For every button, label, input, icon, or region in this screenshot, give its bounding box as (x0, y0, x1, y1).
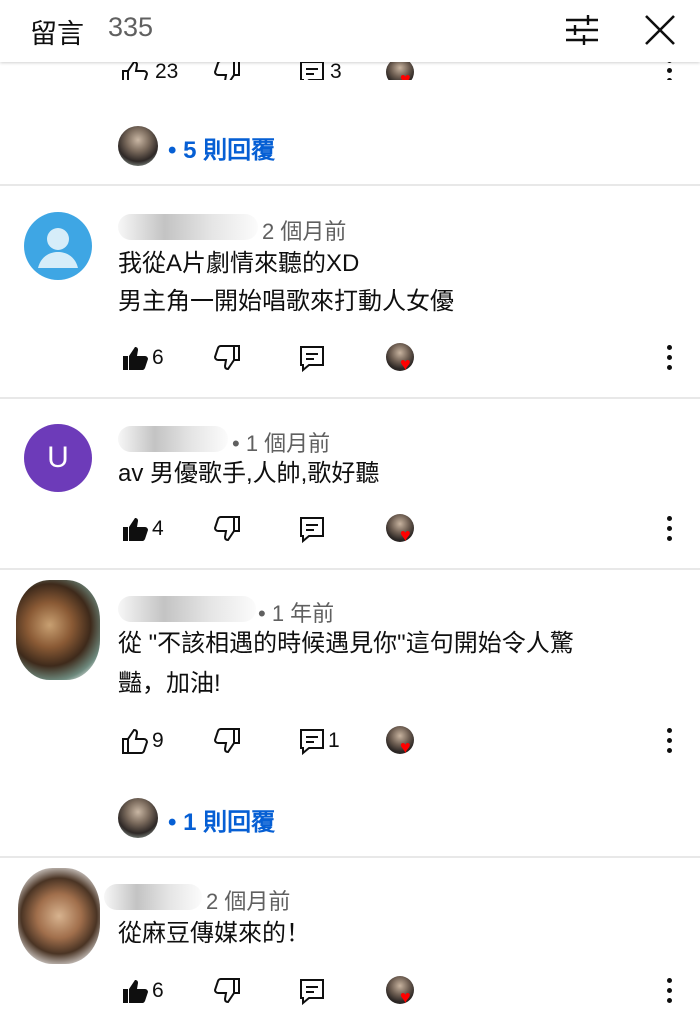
like-count: 6 (152, 346, 164, 369)
divider (0, 397, 700, 399)
divider (0, 568, 700, 570)
comment-text-line: 豔，加油! (118, 670, 221, 697)
comment-time: 2 個月前 (262, 219, 347, 244)
divider (0, 856, 700, 858)
comment-count: 335 (108, 12, 154, 42)
like-count: 6 (152, 979, 164, 1002)
comment-time: 2 個月前 (206, 889, 291, 914)
reply-icon[interactable] (297, 726, 327, 756)
replier-avatar (118, 798, 158, 838)
dislike-icon[interactable] (212, 514, 242, 544)
like-count: 9 (152, 729, 164, 752)
creator-heart-icon: ♥ (386, 514, 420, 548)
reply-count: 1 (328, 729, 340, 752)
more-options-icon[interactable] (664, 728, 674, 754)
creator-heart-icon: ♥ (386, 976, 420, 1010)
blurred-username (118, 596, 256, 622)
more-options-icon[interactable] (664, 978, 674, 1004)
avatar-letter: U (47, 441, 69, 474)
user-avatar[interactable] (18, 868, 100, 964)
comment-text-line: 從麻豆傳媒來的！ (118, 920, 310, 947)
reply-icon[interactable] (297, 514, 327, 544)
comment-text-line: 男主角一開始唱歌來打動人女優 (118, 288, 454, 315)
dislike-icon[interactable] (212, 976, 242, 1006)
blurred-username (118, 214, 258, 240)
comment-text-line: 從 "不該相遇的時候遇見你"這句開始令人驚 (118, 630, 574, 657)
like-icon[interactable] (120, 726, 150, 756)
creator-heart-icon: ♥ (386, 343, 420, 377)
user-avatar[interactable] (16, 580, 100, 680)
filter-icon[interactable] (562, 10, 602, 50)
reply-icon[interactable] (297, 976, 327, 1006)
blurred-username (118, 426, 228, 452)
comment-text-line: av 男優歌手,人帥,歌好聽 (118, 460, 380, 487)
like-icon[interactable] (120, 976, 150, 1006)
header-title: 留言 (30, 19, 84, 49)
creator-heart-icon: ♥ (386, 726, 420, 760)
more-options-icon[interactable] (664, 345, 674, 371)
comments-header: 留言 335 (0, 0, 700, 62)
replier-avatar (118, 126, 158, 166)
dislike-icon[interactable] (212, 343, 242, 373)
divider (0, 184, 700, 186)
close-icon[interactable] (640, 10, 680, 50)
dislike-icon[interactable] (212, 726, 242, 756)
like-count: 23 (155, 60, 179, 80)
view-replies-label: • 5 則回覆 (168, 137, 276, 164)
user-avatar[interactable]: U (24, 424, 92, 492)
like-icon[interactable] (120, 343, 150, 373)
like-icon[interactable] (120, 514, 150, 544)
blurred-username (104, 884, 202, 910)
reply-icon[interactable] (297, 343, 327, 373)
reply-count: 3 (330, 60, 342, 80)
more-options-icon[interactable] (664, 516, 674, 542)
like-count: 4 (152, 517, 164, 540)
user-avatar[interactable] (24, 212, 92, 280)
view-replies-label: • 1 則回覆 (168, 809, 276, 836)
comment-text-line: 我從A片劇情來聽的XD (118, 250, 360, 277)
